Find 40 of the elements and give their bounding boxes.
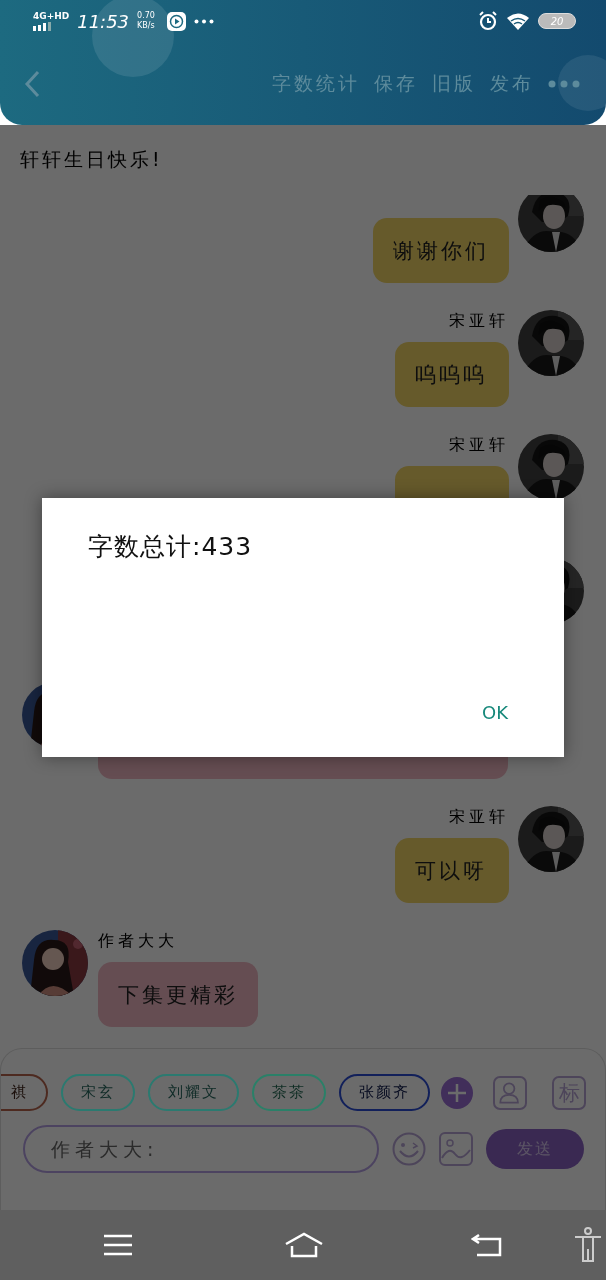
toolbar-action[interactable]: 字数统计 bbox=[272, 70, 360, 97]
input-field[interactable]: 作者大大: bbox=[23, 1125, 379, 1173]
character-chip[interactable]: 茶茶 bbox=[252, 1074, 326, 1111]
alarm-icon bbox=[478, 11, 498, 31]
sender-name: 作者大大 bbox=[98, 930, 178, 952]
play-icon bbox=[166, 11, 186, 31]
dialog-message: 字数总计:433 bbox=[88, 531, 253, 563]
signal-icon bbox=[33, 22, 53, 31]
speed-value: 0.70 bbox=[137, 11, 155, 21]
character-chip[interactable]: 宋玄 bbox=[61, 1074, 135, 1111]
person-icon[interactable] bbox=[493, 1075, 527, 1110]
message-bubble: 谢谢你们 bbox=[373, 218, 509, 283]
message-bubble: 呜呜呜 bbox=[395, 342, 509, 407]
accessibility-icon[interactable] bbox=[573, 1227, 603, 1263]
message-bubble: 下集更精彩 bbox=[98, 962, 258, 1027]
menu-icon[interactable] bbox=[104, 1234, 132, 1256]
more-icon[interactable] bbox=[548, 79, 580, 88]
character-chip[interactable]: 刘耀文 bbox=[148, 1074, 239, 1111]
speed-unit: KB/s bbox=[137, 21, 155, 31]
add-icon[interactable] bbox=[441, 1076, 473, 1109]
emoji-icon[interactable] bbox=[392, 1132, 426, 1166]
ok-button[interactable]: OK bbox=[478, 698, 512, 727]
toolbar-action[interactable]: 保存 bbox=[374, 70, 418, 97]
network-type: 4G+HD bbox=[33, 11, 70, 21]
battery-indicator: 20 bbox=[538, 13, 576, 29]
sender-name: 宋亚轩 bbox=[449, 434, 509, 456]
image-icon[interactable] bbox=[439, 1132, 473, 1166]
sender-name: 宋亚轩 bbox=[449, 806, 509, 828]
character-chip[interactable]: 张颜齐 bbox=[339, 1074, 430, 1111]
character-chip[interactable]: 祺 bbox=[1, 1074, 48, 1111]
more-icon bbox=[193, 18, 214, 24]
circle-decoration bbox=[558, 55, 606, 111]
story-title: 轩轩生日快乐! bbox=[20, 147, 163, 172]
toolbar-action[interactable]: 发布 bbox=[490, 70, 534, 97]
clock: 11:53 bbox=[77, 10, 130, 32]
message-bubble: 可以呀 bbox=[395, 838, 509, 903]
wifi-icon bbox=[506, 12, 530, 30]
sender-name: 宋亚轩 bbox=[449, 310, 509, 332]
toolbar-action[interactable]: 旧版 bbox=[432, 70, 476, 97]
home-icon[interactable] bbox=[284, 1232, 324, 1258]
